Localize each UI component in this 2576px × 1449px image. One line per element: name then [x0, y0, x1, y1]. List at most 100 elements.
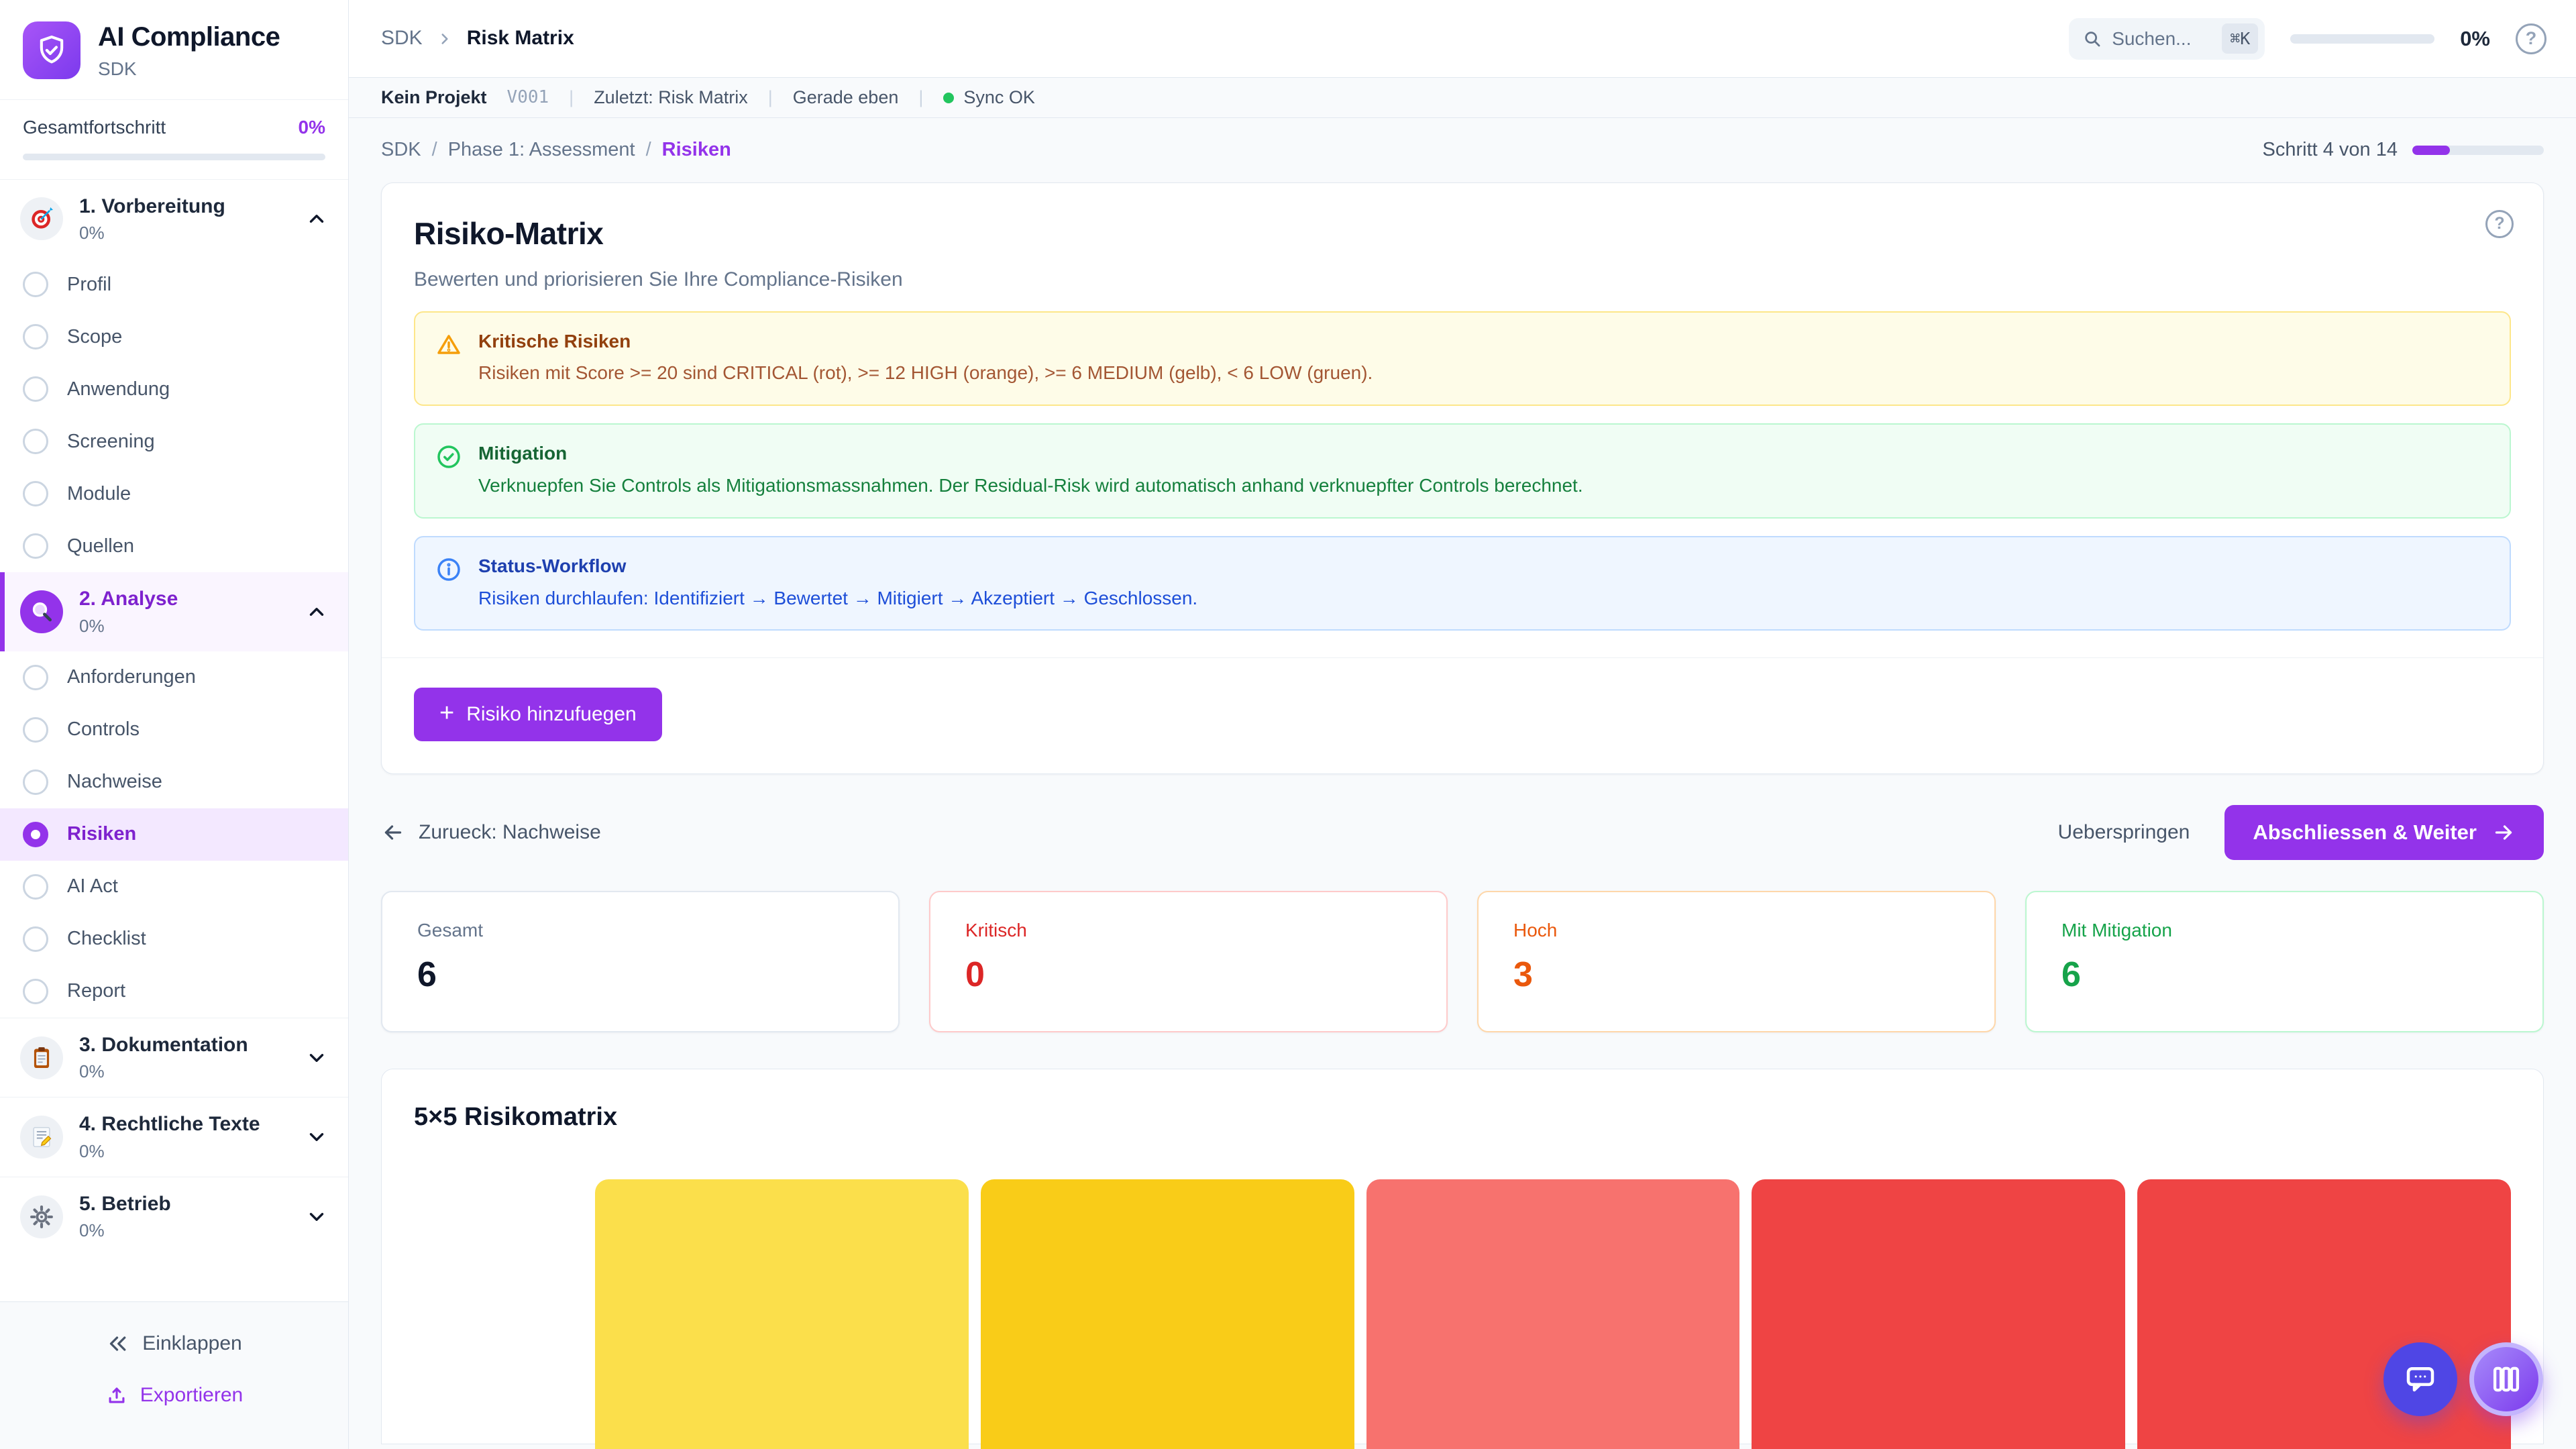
skip-button[interactable]: Ueberspringen [2058, 819, 2190, 847]
export-label: Exportieren [140, 1382, 243, 1409]
section-betrieb[interactable]: 5. Betrieb 0% [0, 1177, 348, 1256]
section-label: 4. Rechtliche Texte [79, 1113, 260, 1135]
chat-button[interactable] [2383, 1342, 2457, 1416]
collapse-sidebar-button[interactable]: Einklappen [106, 1330, 241, 1358]
search-input[interactable]: ⌘K [2069, 18, 2265, 60]
back-button[interactable]: Zurueck: Nachweise [381, 819, 601, 847]
sidebar-item-risiken[interactable]: Risiken [0, 808, 348, 861]
radio-icon [23, 874, 48, 900]
breadcrumb-root[interactable]: SDK [381, 25, 423, 52]
app-subtitle: SDK [98, 56, 280, 82]
separator: | [768, 85, 773, 109]
sidebar-item-scope[interactable]: Scope [0, 311, 348, 363]
radio-icon [23, 324, 48, 350]
breadcrumb-root[interactable]: SDK [381, 137, 421, 163]
separator: | [569, 85, 574, 109]
sidebar-item-module[interactable]: Module [0, 468, 348, 520]
sync-ok-dot-icon [943, 93, 954, 103]
step-label: Schritt 4 von 14 [2263, 137, 2398, 163]
chevron-down-icon [305, 1046, 328, 1069]
section-vorbereitung[interactable]: 1. Vorbereitung 0% [0, 180, 348, 259]
radio-icon [23, 533, 48, 559]
chevron-right-icon [436, 30, 453, 48]
matrix-cell[interactable] [1752, 1179, 2125, 1449]
section-rechtliche-texte[interactable]: 4. Rechtliche Texte 0% [0, 1097, 348, 1177]
collapse-label: Einklappen [142, 1330, 241, 1358]
export-button[interactable]: Exportieren [105, 1382, 243, 1409]
sidebar-item-profil[interactable]: Profil [0, 258, 348, 311]
section-analyse[interactable]: 2. Analyse 0% [0, 572, 348, 651]
add-risk-button[interactable]: + Risiko hinzufuegen [414, 688, 662, 741]
clipboard-icon [20, 1036, 63, 1079]
complete-next-label: Abschliessen & Weiter [2253, 820, 2477, 845]
sidebar-item-label: Checklist [67, 926, 146, 952]
last-saved-time: Gerade eben [793, 85, 899, 109]
sidebar-nav: 1. Vorbereitung 0% Profil Scope Anwendun… [0, 180, 348, 1301]
breadcrumb-phase[interactable]: Phase 1: Assessment [448, 137, 635, 163]
help-icon[interactable]: ? [2516, 23, 2546, 54]
overall-progress-bar [23, 154, 325, 160]
risk-matrix-grid-card: 5×5 Risikomatrix [381, 1069, 2544, 1444]
sidebar-item-label: AI Act [67, 873, 118, 900]
step-progress-bar [2412, 146, 2544, 155]
stat-value: 6 [2061, 951, 2508, 998]
section-progress: 0% [79, 1060, 248, 1083]
radio-icon [23, 979, 48, 1004]
section-progress: 0% [79, 1140, 260, 1163]
help-icon[interactable]: ? [2485, 210, 2514, 238]
sidebar-item-checklist[interactable]: Checklist [0, 913, 348, 965]
matrix-cell[interactable] [595, 1179, 969, 1449]
stat-label: Gesamt [417, 918, 863, 943]
page-title: Risiko-Matrix [414, 213, 2511, 254]
alert-mitigation: Mitigation Verknuepfen Sie Controls als … [414, 423, 2511, 519]
info-circle-icon [435, 556, 462, 611]
sidebar-item-ai-act[interactable]: AI Act [0, 861, 348, 913]
sync-status: Sync OK [943, 85, 1035, 109]
gear-icon [20, 1195, 63, 1238]
divider [382, 657, 2543, 658]
radio-icon [23, 376, 48, 402]
sidebar-item-label: Report [67, 978, 125, 1004]
stat-card-hoch: Hoch 3 [1477, 891, 1996, 1032]
sidebar-footer: Einklappen Exportieren [0, 1301, 348, 1449]
stats-row: Gesamt 6 Kritisch 0 Hoch 3 Mit Mitigatio… [381, 891, 2544, 1032]
section-dokumentation[interactable]: 3. Dokumentation 0% [0, 1018, 348, 1097]
app-brand: AI Compliance SDK [0, 0, 348, 99]
sidebar-item-label: Controls [67, 716, 140, 743]
section-progress: 0% [79, 221, 225, 245]
section-label: 1. Vorbereitung [79, 195, 225, 217]
check-circle-icon [435, 443, 462, 498]
sidebar-item-nachweise[interactable]: Nachweise [0, 756, 348, 808]
page-subtitle: Bewerten und priorisieren Sie Ihre Compl… [414, 266, 2511, 294]
stat-label: Hoch [1513, 918, 1960, 943]
sidebar-item-label: Risiken [67, 821, 136, 847]
double-chevron-left-icon [106, 1332, 130, 1356]
matrix-cell[interactable] [1366, 1179, 1740, 1449]
sidebar-item-report[interactable]: Report [0, 965, 348, 1018]
page-content: SDK / Phase 1: Assessment / Risiken Schr… [349, 118, 2576, 1449]
sidebar-item-quellen[interactable]: Quellen [0, 520, 348, 572]
sidebar-item-label: Anwendung [67, 376, 170, 402]
keyboard-shortcut-badge: ⌘K [2222, 23, 2258, 54]
sidebar-item-screening[interactable]: Screening [0, 415, 348, 468]
sidebar-item-anforderungen[interactable]: Anforderungen [0, 651, 348, 704]
stat-label: Kritisch [965, 918, 1411, 943]
warning-triangle-icon [435, 331, 462, 386]
section-progress: 0% [79, 1219, 171, 1242]
section-label: 5. Betrieb [79, 1193, 171, 1215]
sidebar-item-controls[interactable]: Controls [0, 704, 348, 756]
alert-text: Verknuepfen Sie Controls als Mitigations… [478, 473, 1583, 498]
radio-icon [23, 429, 48, 454]
status-bar: Kein Projekt V001 | Zuletzt: Risk Matrix… [349, 78, 2576, 118]
search-field[interactable] [2112, 28, 2212, 50]
board-view-button[interactable] [2469, 1342, 2543, 1416]
stat-card-mit-mitigation: Mit Mitigation 6 [2025, 891, 2544, 1032]
radio-icon [23, 769, 48, 795]
search-icon [2082, 29, 2102, 49]
alert-text: Risiken mit Score >= 20 sind CRITICAL (r… [478, 360, 1373, 386]
sidebar-item-anwendung[interactable]: Anwendung [0, 363, 348, 415]
section-progress: 0% [79, 614, 178, 638]
stat-value: 6 [417, 951, 863, 998]
matrix-cell[interactable] [981, 1179, 1354, 1449]
complete-next-button[interactable]: Abschliessen & Weiter [2224, 805, 2544, 860]
